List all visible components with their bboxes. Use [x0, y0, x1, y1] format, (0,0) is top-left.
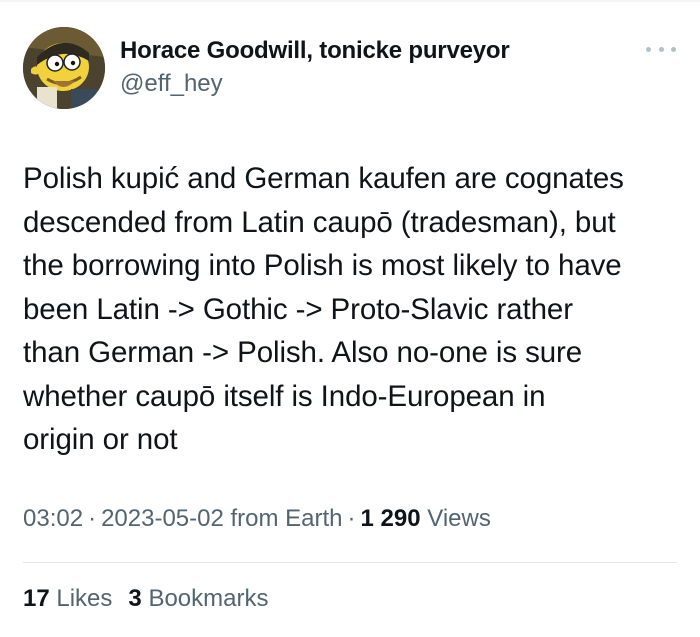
tweet-date[interactable]: 2023-05-02 from Earth	[101, 505, 342, 532]
views-label: Views	[427, 505, 491, 532]
cartoon-avatar-icon	[23, 27, 105, 109]
more-options-button[interactable]	[646, 38, 676, 60]
more-horizontal-icon-dot	[671, 46, 676, 52]
likes-link[interactable]: 17 Likes	[23, 585, 112, 612]
likes-label: Likes	[56, 585, 113, 612]
author-display-name[interactable]: Horace Goodwill, tonicke purveyor	[120, 37, 510, 65]
meta-separator: ·	[88, 505, 97, 532]
bookmarks-label: Bookmarks	[148, 585, 269, 612]
meta-separator: ·	[347, 505, 356, 532]
top-edge	[0, 0, 700, 2]
bookmarks-count: 3	[128, 585, 142, 612]
bookmarks-link[interactable]: 3 Bookmarks	[128, 585, 268, 612]
author-handle[interactable]: @eff_hey	[120, 70, 223, 98]
tweet-time[interactable]: 03:02	[23, 505, 83, 532]
divider	[23, 562, 677, 563]
more-horizontal-icon-dot	[658, 46, 664, 52]
tweet-meta: 03:02 · 2023-05-02 from Earth · 1 290 Views	[23, 505, 491, 533]
tweet-stats: 17 Likes 3 Bookmarks	[23, 585, 268, 613]
views-count: 1 290	[360, 505, 421, 532]
avatar[interactable]	[23, 27, 105, 109]
more-horizontal-icon-dot	[646, 46, 651, 52]
likes-count: 17	[23, 585, 50, 612]
tweet-text: Polish kupić and German kaufen are cogna…	[23, 162, 624, 456]
